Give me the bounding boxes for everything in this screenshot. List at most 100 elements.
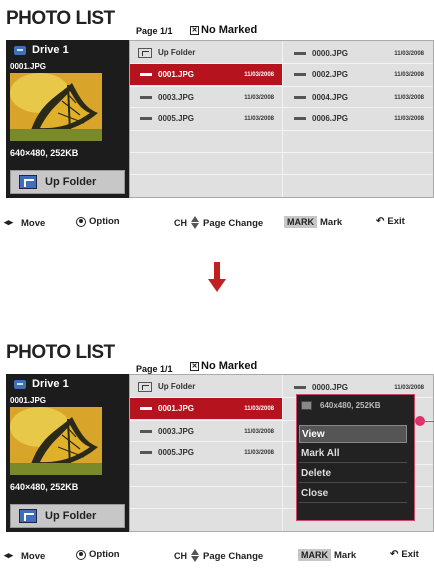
photo-file-icon xyxy=(140,96,152,99)
up-folder-item[interactable]: Up Folder xyxy=(132,377,280,396)
file-name: 0001.JPG xyxy=(158,404,195,413)
usb-drive-icon xyxy=(14,379,26,389)
file-name: 0000.JPG xyxy=(312,49,349,58)
page-indicator: Page 1/1 xyxy=(136,26,173,36)
navigation-arrows-icon xyxy=(4,216,18,230)
mark-status-label: No Marked xyxy=(201,360,258,372)
photo-resolution: 640×480, 252KB xyxy=(10,482,79,492)
exit-hint: ↶ Exit xyxy=(390,549,419,560)
file-date: 11/03/2008 xyxy=(244,115,274,122)
file-date: 11/03/2008 xyxy=(394,71,424,78)
file-grid: Up Folder 0000.JPG 11/03/2008 0001.JPG 1… xyxy=(129,374,434,532)
option-label: Option xyxy=(89,216,120,227)
photo-file-icon xyxy=(140,117,152,120)
photo-resolution: 640×480, 252KB xyxy=(10,148,79,158)
grid-divider xyxy=(130,63,433,64)
file-item[interactable]: 0003.JPG 11/03/2008 xyxy=(130,421,282,442)
up-folder-button[interactable]: Up Folder xyxy=(10,170,125,194)
ok-button-icon xyxy=(76,549,86,560)
menu-item-label: Close xyxy=(301,488,329,499)
transition-arrow-icon xyxy=(208,262,226,294)
preview-pane: Drive 1 0001.JPG 640×480, 252KB Up Folde… xyxy=(6,374,129,532)
preview-filename: 0001.JPG xyxy=(10,396,47,405)
grid-divider xyxy=(130,86,433,87)
return-icon: ↶ xyxy=(390,549,399,560)
file-name: 0004.JPG xyxy=(312,93,349,102)
photo-file-icon xyxy=(140,73,152,76)
file-name: 0001.JPG xyxy=(158,70,195,79)
up-folder-label: Up Folder xyxy=(45,510,97,522)
page-change-label: Page Change xyxy=(203,217,264,229)
file-date: 11/03/2008 xyxy=(244,94,274,101)
menu-item-mark-all[interactable]: Mark All xyxy=(299,445,407,463)
file-date: 11/03/2008 xyxy=(394,115,424,122)
menu-item-label: View xyxy=(302,428,325,440)
up-folder-item-label: Up Folder xyxy=(158,382,196,391)
file-date: 11/03/2008 xyxy=(394,94,424,101)
file-item-selected[interactable]: 0001.JPG 11/03/2008 xyxy=(130,398,282,419)
menu-item-view[interactable]: View xyxy=(299,425,407,443)
photo-info-icon xyxy=(301,401,312,410)
arrow-shaft xyxy=(214,262,220,280)
move-label: Move xyxy=(21,217,46,229)
up-folder-item[interactable]: Up Folder xyxy=(132,43,280,62)
file-item[interactable]: 0000.JPG 11/03/2008 xyxy=(284,43,432,64)
page-indicator: Page 1/1 xyxy=(136,364,173,374)
file-name: 0003.JPG xyxy=(158,93,195,102)
grid-divider xyxy=(130,107,433,108)
page-change-hint: CH Page Change xyxy=(174,549,263,563)
photo-file-icon xyxy=(140,407,152,410)
file-date: 11/03/2008 xyxy=(244,71,274,78)
mark-label: Mark xyxy=(320,216,343,228)
key-guide-bar: Move Option CH Page Change MARK Mark ↶ E… xyxy=(0,546,434,564)
file-item-selected[interactable]: 0001.JPG 11/03/2008 xyxy=(130,64,282,85)
file-date: 11/03/2008 xyxy=(244,405,274,412)
page-title: PHOTO LIST xyxy=(6,8,115,29)
mark-hint: MARK Mark xyxy=(284,216,342,228)
photo-file-icon xyxy=(140,451,152,454)
channel-up-down-icon xyxy=(190,216,200,230)
navigation-arrows-icon xyxy=(4,549,18,563)
photo-file-icon xyxy=(140,430,152,433)
grid-divider xyxy=(130,130,433,131)
file-item[interactable]: 0002.JPG 11/03/2008 xyxy=(284,64,432,85)
photo-list-screen-after: PHOTO LIST Page 1/1 ✕ No Marked Drive 1 … xyxy=(0,334,434,542)
file-date: 11/03/2008 xyxy=(244,449,274,456)
photo-file-icon xyxy=(294,96,306,99)
move-hint: Move xyxy=(4,549,45,563)
return-icon: ↶ xyxy=(376,216,385,227)
grid-divider xyxy=(130,174,433,175)
page-title: PHOTO LIST xyxy=(6,342,115,363)
file-item[interactable]: 0004.JPG 11/03/2008 xyxy=(284,87,432,108)
mark-hint: MARK Mark xyxy=(298,549,356,561)
menu-item-label: Delete xyxy=(301,468,332,479)
drive-header: Drive 1 xyxy=(14,378,69,390)
ch-key-label: CH xyxy=(174,218,187,228)
drive-label: Drive 1 xyxy=(32,44,69,56)
photo-thumbnail xyxy=(10,73,102,141)
menu-item-close[interactable]: Close xyxy=(299,485,407,503)
exit-label: Exit xyxy=(387,216,405,227)
option-popup-menu: 640x480, 252KB View Mark All Delete Clos… xyxy=(296,394,415,521)
photo-file-icon xyxy=(294,386,306,389)
file-item[interactable]: 0005.JPG 11/03/2008 xyxy=(130,108,282,129)
file-name: 0000.JPG xyxy=(312,383,349,392)
up-folder-icon xyxy=(19,175,37,189)
mark-key-label: MARK xyxy=(284,216,317,228)
move-label: Move xyxy=(21,550,46,562)
photo-thumbnail xyxy=(10,407,102,475)
up-folder-icon xyxy=(19,509,37,523)
mark-status: ✕ No Marked xyxy=(190,360,257,372)
up-folder-button[interactable]: Up Folder xyxy=(10,504,125,528)
file-item[interactable]: 0003.JPG 11/03/2008 xyxy=(130,87,282,108)
file-item[interactable]: 0006.JPG 11/03/2008 xyxy=(284,108,432,129)
photo-file-icon xyxy=(294,73,306,76)
mark-status: ✕ No Marked xyxy=(190,24,257,36)
mark-checkbox-icon: ✕ xyxy=(190,25,199,35)
ch-key-label: CH xyxy=(174,551,187,561)
photo-list-screen-before: PHOTO LIST Page 1/1 ✕ No Marked Drive 1 … xyxy=(0,0,434,208)
usb-drive-icon xyxy=(14,45,26,55)
menu-item-delete[interactable]: Delete xyxy=(299,465,407,483)
file-item[interactable]: 0005.JPG 11/03/2008 xyxy=(130,442,282,463)
up-folder-small-icon xyxy=(138,381,152,392)
